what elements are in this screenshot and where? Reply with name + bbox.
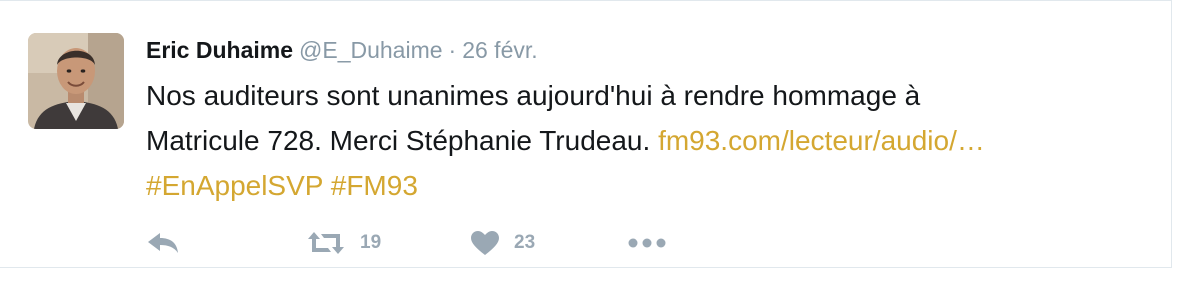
tweet-link[interactable]: fm93.com/lecteur/audio/… xyxy=(658,125,985,156)
more-icon xyxy=(628,238,666,248)
hashtag-enappelsvp[interactable]: #EnAppelSVP xyxy=(146,170,323,201)
retweet-icon xyxy=(308,232,344,254)
retweet-button[interactable]: 19 xyxy=(306,223,381,263)
tweet-text: Nos auditeurs sont unanimes aujourd'hui … xyxy=(146,73,1156,208)
tweet-card: Eric Duhaime @E_Duhaime · 26 févr. Nos audi… xyxy=(0,0,1172,268)
more-button[interactable] xyxy=(628,223,668,263)
author-handle[interactable]: @E_Duhaime xyxy=(299,37,443,63)
tweet-text-line2: Matricule 728. Merci Stéphanie Trudeau. xyxy=(146,125,651,156)
avatar-image xyxy=(28,33,124,129)
like-count: 23 xyxy=(514,232,536,253)
like-button[interactable]: 23 xyxy=(470,223,535,263)
separator-dot: · xyxy=(448,37,457,63)
tweet-text-line1: Nos auditeurs sont unanimes aujourd'hui … xyxy=(146,80,921,111)
avatar[interactable] xyxy=(28,33,124,129)
tweet-actions: 19 23 xyxy=(146,223,746,263)
reply-icon xyxy=(148,233,178,253)
author-name[interactable]: Eric Duhaime xyxy=(146,37,293,63)
heart-icon xyxy=(471,231,499,255)
tweet-header: Eric Duhaime @E_Duhaime · 26 févr. xyxy=(146,35,538,65)
retweet-count: 19 xyxy=(360,232,382,253)
tweet-timestamp[interactable]: 26 févr. xyxy=(462,37,537,63)
reply-button[interactable] xyxy=(146,223,180,263)
hashtag-fm93[interactable]: #FM93 xyxy=(331,170,418,201)
